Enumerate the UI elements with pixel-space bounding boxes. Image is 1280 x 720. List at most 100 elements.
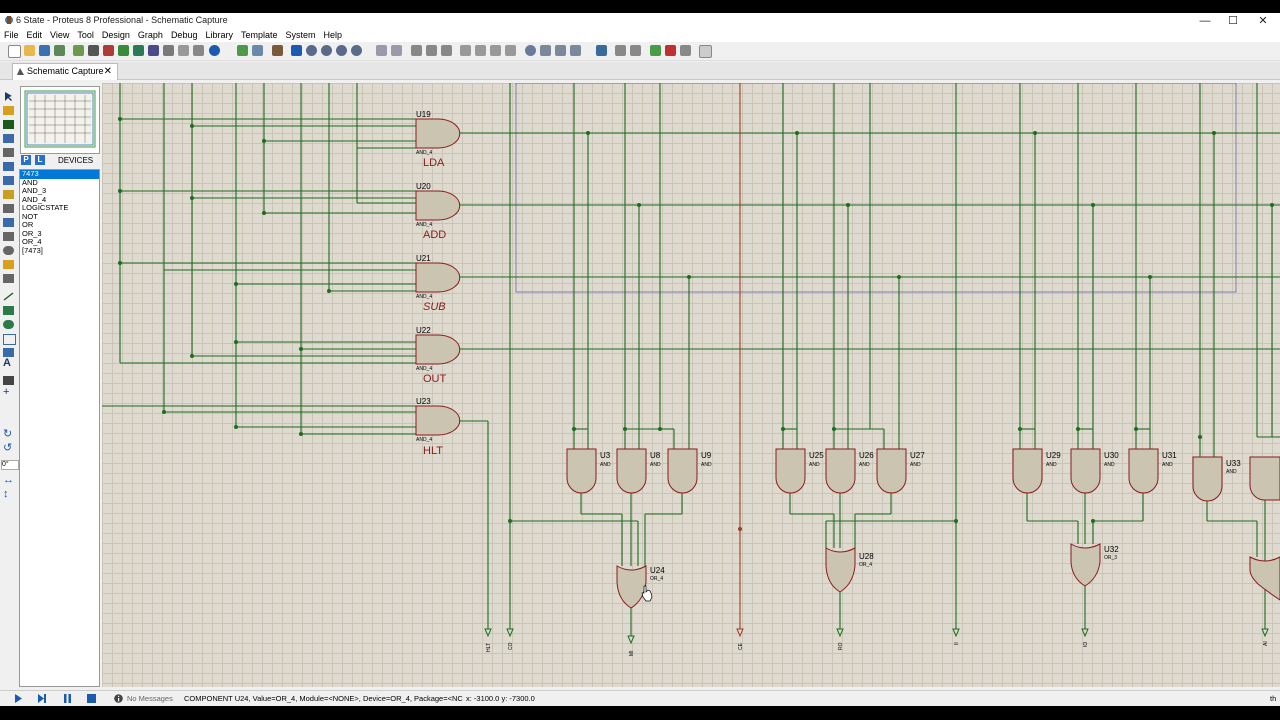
menu-debug[interactable]: Debug <box>167 29 202 42</box>
arc-icon[interactable] <box>3 334 16 345</box>
library-manager-button[interactable]: L <box>35 155 45 165</box>
menu-library[interactable]: Library <box>201 29 237 42</box>
search-icon[interactable] <box>615 45 626 56</box>
isis-icon[interactable] <box>118 45 129 56</box>
line-icon[interactable] <box>3 292 14 301</box>
decoder-gate[interactable] <box>415 262 461 293</box>
menu-graph[interactable]: Graph <box>134 29 167 42</box>
stop-icon[interactable] <box>87 694 96 703</box>
voltage-probe-icon[interactable] <box>3 260 14 269</box>
zoom-in-icon[interactable] <box>306 45 317 56</box>
pcb-icon[interactable] <box>88 45 99 56</box>
step-icon[interactable] <box>38 694 49 703</box>
bom-icon[interactable] <box>178 45 189 56</box>
list-item[interactable]: [7473] <box>20 246 99 256</box>
3d-view-icon[interactable] <box>148 45 159 56</box>
new-file-icon[interactable] <box>8 45 21 58</box>
refresh-icon[interactable] <box>237 45 248 56</box>
cut-icon[interactable] <box>411 45 422 56</box>
menu-edit[interactable]: Edit <box>23 29 47 42</box>
help-icon[interactable] <box>209 45 220 56</box>
zoom-all-icon[interactable] <box>336 45 347 56</box>
decoder-gate[interactable] <box>415 405 461 436</box>
junction-dot-icon[interactable] <box>3 120 14 129</box>
minimize-button[interactable]: — <box>1190 13 1220 29</box>
redo-icon[interactable] <box>391 45 402 56</box>
grid-icon[interactable] <box>252 45 263 56</box>
wire-label-icon[interactable] <box>3 134 14 143</box>
zoom-out-icon[interactable] <box>321 45 332 56</box>
schematic-canvas[interactable]: U19 U20 U21 U22 U23 AND_4 AND_4 AND_4 AN… <box>102 83 1280 687</box>
decoder-gate[interactable] <box>415 190 461 221</box>
symbol-icon[interactable] <box>3 376 14 385</box>
device-pins-icon[interactable] <box>3 204 14 213</box>
decoder-gate[interactable] <box>415 334 461 365</box>
or-gate[interactable] <box>616 565 647 609</box>
pause-icon[interactable] <box>63 694 72 703</box>
rotate-anticlockwise-icon[interactable]: ↺ <box>3 443 14 454</box>
maximize-button[interactable]: ☐ <box>1218 13 1248 29</box>
origin-icon[interactable] <box>272 45 283 56</box>
messages-status[interactable]: No Messages <box>127 694 173 703</box>
pick-devices-button[interactable]: P <box>21 155 31 165</box>
and-gate[interactable] <box>775 448 806 494</box>
close-window-button[interactable]: ✕ <box>1248 13 1278 29</box>
copy-icon[interactable] <box>426 45 437 56</box>
and-gate[interactable] <box>1070 448 1101 494</box>
and-gate[interactable] <box>1192 456 1223 502</box>
text-script-icon[interactable] <box>3 148 14 157</box>
or-gate[interactable] <box>1070 543 1101 587</box>
new-sheet-icon[interactable] <box>650 45 661 56</box>
closed-path-icon[interactable] <box>3 348 14 357</box>
close-tab-icon[interactable]: ✕ <box>104 64 112 79</box>
block-delete-icon[interactable] <box>505 45 516 56</box>
open-folder-icon[interactable] <box>24 45 35 56</box>
rotation-angle-field[interactable]: 0° <box>1 460 19 470</box>
and-gate[interactable] <box>1249 456 1280 501</box>
pan-icon[interactable] <box>291 45 302 56</box>
mirror-vertical-icon[interactable]: ↕ <box>3 489 14 500</box>
save-icon[interactable] <box>39 45 50 56</box>
menu-help[interactable]: Help <box>320 29 347 42</box>
and-gate[interactable] <box>616 448 647 494</box>
subcircuit-icon[interactable] <box>3 176 14 185</box>
or-gate[interactable] <box>825 547 856 593</box>
undo-icon[interactable] <box>376 45 387 56</box>
graph-icon[interactable] <box>3 218 14 227</box>
make-device-icon[interactable] <box>540 45 551 56</box>
netlist-icon[interactable] <box>699 45 712 58</box>
marker-icon[interactable]: + <box>3 387 14 398</box>
menu-design[interactable]: Design <box>98 29 134 42</box>
save-all-icon[interactable] <box>54 45 65 56</box>
component-mode-icon[interactable] <box>3 106 14 115</box>
block-move-icon[interactable] <box>475 45 486 56</box>
notes-icon[interactable] <box>193 45 204 56</box>
gerber-icon[interactable] <box>163 45 174 56</box>
box-icon[interactable] <box>3 306 14 315</box>
property-tool-icon[interactable] <box>630 45 641 56</box>
decoder-gate[interactable] <box>415 118 461 149</box>
and-gate[interactable] <box>566 448 597 494</box>
and-gate[interactable] <box>1128 448 1159 494</box>
pick-device-icon[interactable] <box>525 45 536 56</box>
terminals-icon[interactable] <box>3 190 14 199</box>
device-selector-list[interactable]: 7473 AND AND_3 AND_4 LOGICSTATE NOT OR O… <box>19 169 100 687</box>
mirror-horizontal-icon[interactable]: ↔ <box>3 475 14 486</box>
and-gate[interactable] <box>825 448 856 494</box>
and-gate[interactable] <box>876 448 907 494</box>
rotate-clockwise-icon[interactable]: ↻ <box>3 429 14 440</box>
paste-icon[interactable] <box>441 45 452 56</box>
menu-system[interactable]: System <box>282 29 320 42</box>
and-gate[interactable] <box>1012 448 1043 494</box>
and-gate[interactable] <box>667 448 698 494</box>
ares-icon[interactable] <box>133 45 144 56</box>
menu-view[interactable]: View <box>46 29 73 42</box>
tape-recorder-icon[interactable] <box>3 232 14 241</box>
play-icon[interactable] <box>14 694 23 703</box>
menu-file[interactable]: File <box>0 29 23 42</box>
decompose-icon[interactable] <box>570 45 581 56</box>
overview-window[interactable] <box>20 86 100 154</box>
menu-template[interactable]: Template <box>237 29 282 42</box>
tab-schematic-capture[interactable]: Schematic Capture ✕ <box>12 63 118 80</box>
packaging-tool-icon[interactable] <box>555 45 566 56</box>
